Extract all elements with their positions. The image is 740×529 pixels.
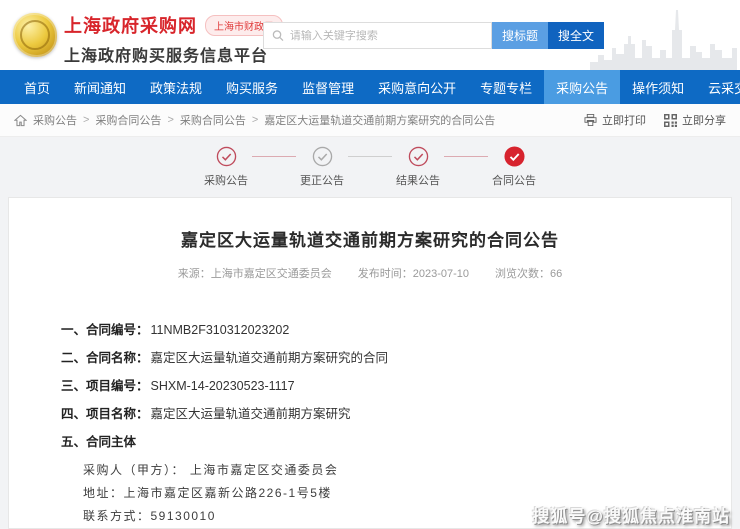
breadcrumb-separator: > xyxy=(251,114,259,126)
home-icon[interactable] xyxy=(14,114,27,127)
step-label: 更正公告 xyxy=(300,175,344,187)
step-contract-notice[interactable]: 合同公告 xyxy=(488,146,540,188)
step-connector xyxy=(444,156,488,157)
field-value: 嘉定区大运量轨道交通前期方案研究 xyxy=(150,407,351,421)
nav-item-special-column[interactable]: 专题专栏 xyxy=(468,70,544,104)
nav-item-instructions[interactable]: 操作须知 xyxy=(620,70,696,104)
contract-field-list: 一、合同编号： 11NMB2F310312023202 二、合同名称： 嘉定区大运量… xyxy=(61,323,731,449)
field-value: SHXM-14-20230523-1117 xyxy=(150,379,295,393)
check-circle-icon xyxy=(216,146,236,167)
city-skyline-graphic xyxy=(590,10,737,70)
meta-views: 浏览次数：66 xyxy=(495,265,562,281)
check-circle-icon xyxy=(408,146,428,167)
site-name: 上海政府采购网 xyxy=(64,16,197,36)
print-button[interactable]: 立即打印 xyxy=(584,112,646,128)
site-logo[interactable] xyxy=(13,13,57,57)
sohu-watermark: 搜狐号@搜狐焦点淮南站 xyxy=(532,507,730,526)
nav-item-cloud-trading[interactable]: 云采交易平台 xyxy=(696,70,740,104)
qrcode-icon xyxy=(664,113,677,127)
meta-publish-value: 2023-07-10 xyxy=(412,268,470,280)
meta-publish-date: 发布时间：2023-07-10 xyxy=(358,265,469,281)
site-subtitle: 上海政府购买服务信息平台 xyxy=(64,48,269,65)
step-connector xyxy=(348,156,392,157)
check-circle-icon-active xyxy=(503,146,525,167)
field-label: 一、合同编号： xyxy=(61,323,149,337)
breadcrumb-separator: > xyxy=(167,114,174,126)
field-label: 三、项目编号： xyxy=(61,379,149,393)
meta-source-label: 来源： xyxy=(177,268,211,280)
site-brand: 上海政府采购网 上海市财政局 上海政府购买服务信息平台 xyxy=(64,12,283,66)
nav-item-purchase-service[interactable]: 购买服务 xyxy=(214,70,290,104)
search-icon xyxy=(272,30,284,41)
step-correction-notice[interactable]: 更正公告 xyxy=(296,146,348,188)
meta-source: 来源：上海市嘉定区交通委员会 xyxy=(178,265,332,281)
meta-views-label: 浏览次数： xyxy=(495,268,551,280)
print-label: 立即打印 xyxy=(602,115,646,127)
field-value: 11NMB2F310312023202 xyxy=(150,323,290,337)
check-circle-icon xyxy=(312,146,332,167)
announcement-title: 嘉定区大运量轨道交通前期方案研究的合同公告 xyxy=(181,231,559,250)
nav-item-supervision[interactable]: 监督管理 xyxy=(290,70,366,104)
buyer-address-line: 地址：上海市嘉定区嘉新公路226-1号5楼 xyxy=(83,486,332,500)
contract-name-row: 二、合同名称： 嘉定区大运量轨道交通前期方案研究的合同 xyxy=(61,351,731,365)
breadcrumb-item[interactable]: 采购公告 xyxy=(33,112,77,128)
project-name-row: 四、项目名称： 嘉定区大运量轨道交通前期方案研究 xyxy=(61,407,731,421)
breadcrumb-item-current: 嘉定区大运量轨道交通前期方案研究的合同公告 xyxy=(264,115,496,127)
breadcrumb-bar: 采购公告 > 采购合同公告 > 采购合同公告 > 嘉定区大运量轨道交通前期方案研… xyxy=(0,104,740,137)
field-label: 五、合同主体 xyxy=(61,435,137,449)
search-title-button[interactable]: 搜标题 xyxy=(492,22,548,49)
nav-item-home[interactable]: 首页 xyxy=(12,70,62,104)
step-label: 采购公告 xyxy=(204,175,248,187)
meta-publish-label: 发布时间： xyxy=(357,268,413,280)
share-button[interactable]: 立即分享 xyxy=(664,112,726,128)
search-box xyxy=(263,22,492,49)
field-value: 嘉定区大运量轨道交通前期方案研究的合同 xyxy=(150,351,389,365)
step-procurement-notice[interactable]: 采购公告 xyxy=(200,146,252,188)
share-label: 立即分享 xyxy=(682,115,726,127)
step-label: 结果公告 xyxy=(396,175,440,187)
progress-steps-band: 采购公告 更正公告 结果公告 合同公告 xyxy=(0,137,740,197)
nav-item-policy[interactable]: 政策法规 xyxy=(138,70,214,104)
breadcrumb-item[interactable]: 采购合同公告 xyxy=(180,112,246,128)
search-fulltext-button[interactable]: 搜全文 xyxy=(548,22,604,49)
breadcrumb: 采购公告 > 采购合同公告 > 采购合同公告 > 嘉定区大运量轨道交通前期方案研… xyxy=(14,112,584,128)
contract-parties-heading: 五、合同主体 xyxy=(61,435,731,449)
search-group: 搜标题 搜全文 xyxy=(263,22,604,49)
page-tools: 立即打印 立即分享 xyxy=(584,112,726,128)
field-label: 二、合同名称： xyxy=(61,351,149,365)
main-nav: 首页 新闻通知 政策法规 购买服务 监督管理 采购意向公开 专题专栏 采购公告 … xyxy=(0,70,740,104)
progress-steps: 采购公告 更正公告 结果公告 合同公告 xyxy=(200,146,540,188)
announcement-card: 嘉定区大运量轨道交通前期方案研究的合同公告 来源：上海市嘉定区交通委员会 发布时… xyxy=(8,197,732,529)
step-result-notice[interactable]: 结果公告 xyxy=(392,146,444,188)
nav-item-intent-disclosure[interactable]: 采购意向公开 xyxy=(366,70,468,104)
meta-views-value: 66 xyxy=(550,268,563,280)
nav-item-news[interactable]: 新闻通知 xyxy=(62,70,138,104)
nav-item-procurement-notice[interactable]: 采购公告 xyxy=(544,70,621,104)
printer-icon xyxy=(584,114,597,126)
breadcrumb-separator: > xyxy=(83,114,90,126)
announcement-meta: 来源：上海市嘉定区交通委员会 发布时间：2023-07-10 浏览次数：66 xyxy=(9,265,731,281)
breadcrumb-item[interactable]: 采购合同公告 xyxy=(95,112,161,128)
meta-source-value: 上海市嘉定区交通委员会 xyxy=(210,268,332,280)
site-header: 上海政府采购网 上海市财政局 上海政府购买服务信息平台 搜标题 搜全文 xyxy=(0,0,740,70)
step-label: 合同公告 xyxy=(492,175,536,187)
buyer-line: 采购人（甲方）： 上海市嘉定区交通委员会 xyxy=(83,463,339,477)
contract-number-row: 一、合同编号： 11NMB2F310312023202 xyxy=(61,323,731,337)
search-input[interactable] xyxy=(289,29,483,42)
step-connector xyxy=(252,156,296,157)
field-label: 四、项目名称： xyxy=(61,407,149,421)
project-number-row: 三、项目编号： SHXM-14-20230523-1117 xyxy=(61,379,731,393)
